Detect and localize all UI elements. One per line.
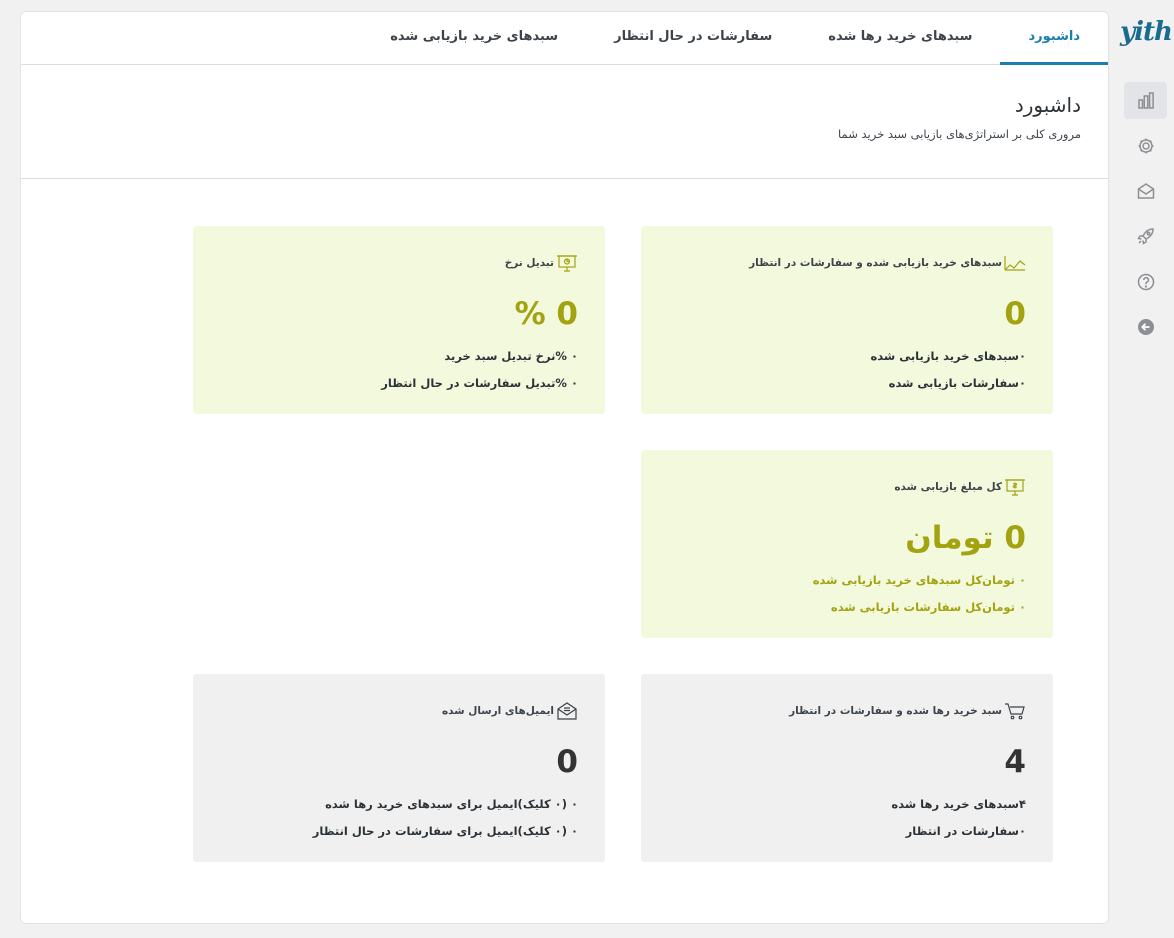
back-arrow-icon [1137, 318, 1154, 335]
bar-chart-icon [1137, 91, 1154, 109]
card-value: 0 [1004, 296, 1026, 332]
tab-bar: داشبورد سبدهای خرید رها شده سفارشات در ح… [21, 12, 1108, 65]
page-header: داشبورد مروری کلی بر استراتژی‌های بازیاب… [21, 65, 1108, 179]
card-title: سبدهای خرید بازیابی شده و سفارشات در انت… [749, 257, 1002, 269]
presentation-chart-icon [557, 255, 577, 272]
money-board-icon [1005, 479, 1025, 496]
card-line: ۰ %نرخ تبدیل سبد خرید [444, 349, 578, 363]
card-conversion: تبدیل نرخ 0 % ۰ %نرخ تبدیل سبد خرید ۰ %ت… [193, 226, 605, 414]
main-panel: داشبورد سبدهای خرید رها شده سفارشات در ح… [20, 11, 1109, 924]
side-rail: yith [1110, 0, 1174, 938]
card-value: 0 تومان [905, 520, 1026, 556]
tab-recovered-carts[interactable]: سبدهای خرید بازیابی شده [362, 12, 586, 65]
card-title: سبد خرید رها شده و سفارشات در انتظار [789, 705, 1002, 717]
mail-open-icon [557, 702, 577, 720]
page-subtitle: مروری کلی بر استراتژی‌های بازیابی سبد خر… [838, 127, 1081, 141]
card-line: ۰ (۰ کلیک)ایمیل برای سفارشات در حال انتظ… [312, 824, 578, 838]
page-title: داشبورد [1014, 93, 1081, 117]
tab-dashboard[interactable]: داشبورد [1000, 12, 1108, 65]
help-icon [1137, 273, 1154, 290]
card-line: ۰سفارشات بازیابی شده [888, 376, 1026, 390]
gear-icon [1138, 138, 1153, 153]
card-line: ۴سبدهای خرید رها شده [891, 797, 1026, 811]
chart-trend-icon [1004, 256, 1026, 271]
tab-pending-orders[interactable]: سفارشات در حال انتظار [586, 12, 800, 65]
card-value: 4 [1004, 744, 1026, 780]
card-title: تبدیل نرخ [504, 257, 554, 269]
card-abandoned: سبد خرید رها شده و سفارشات در انتظار 4 ۴… [641, 674, 1053, 862]
card-line: ۰سفارشات در انتظار [905, 824, 1026, 838]
card-line: ۰سبدهای خرید بازیابی شده [870, 349, 1026, 363]
cart-icon [1005, 703, 1025, 720]
card-value: 0 % [514, 296, 578, 332]
card-value: 0 [556, 744, 578, 780]
yith-logo: yith [1120, 17, 1173, 47]
rail-email-button[interactable] [1124, 172, 1167, 209]
card-title: کل مبلغ بازیابی شده [894, 481, 1002, 493]
card-line: ۰ تومان‌کل سفارشات بازیابی شده [830, 600, 1026, 614]
rail-settings-button[interactable] [1124, 127, 1167, 164]
rail-back-button[interactable] [1124, 308, 1167, 345]
card-line: ۰ (۰ کلیک)ایمیل برای سبدهای خرید رها شده [325, 797, 578, 811]
rail-help-button[interactable] [1124, 263, 1167, 300]
card-amount: کل مبلغ بازیابی شده 0 تومان ۰ تومان‌کل س… [641, 450, 1053, 638]
rail-campaign-button[interactable] [1124, 217, 1167, 254]
card-recovered: سبدهای خرید بازیابی شده و سفارشات در انت… [641, 226, 1053, 414]
card-line: ۰ تومان‌کل سبدهای خرید بازیابی شده [812, 573, 1026, 587]
envelope-icon [1137, 182, 1154, 199]
rail-dashboard-button[interactable] [1124, 82, 1167, 119]
rocket-icon [1136, 227, 1154, 245]
tab-abandoned-carts[interactable]: سبدهای خرید رها شده [800, 12, 1000, 65]
card-emails: ایمیل‌های ارسال شده 0 ۰ (۰ کلیک)ایمیل بر… [193, 674, 605, 862]
card-title: ایمیل‌های ارسال شده [441, 705, 554, 717]
card-line: ۰ %تبدیل سفارشات در حال انتظار [381, 376, 578, 390]
